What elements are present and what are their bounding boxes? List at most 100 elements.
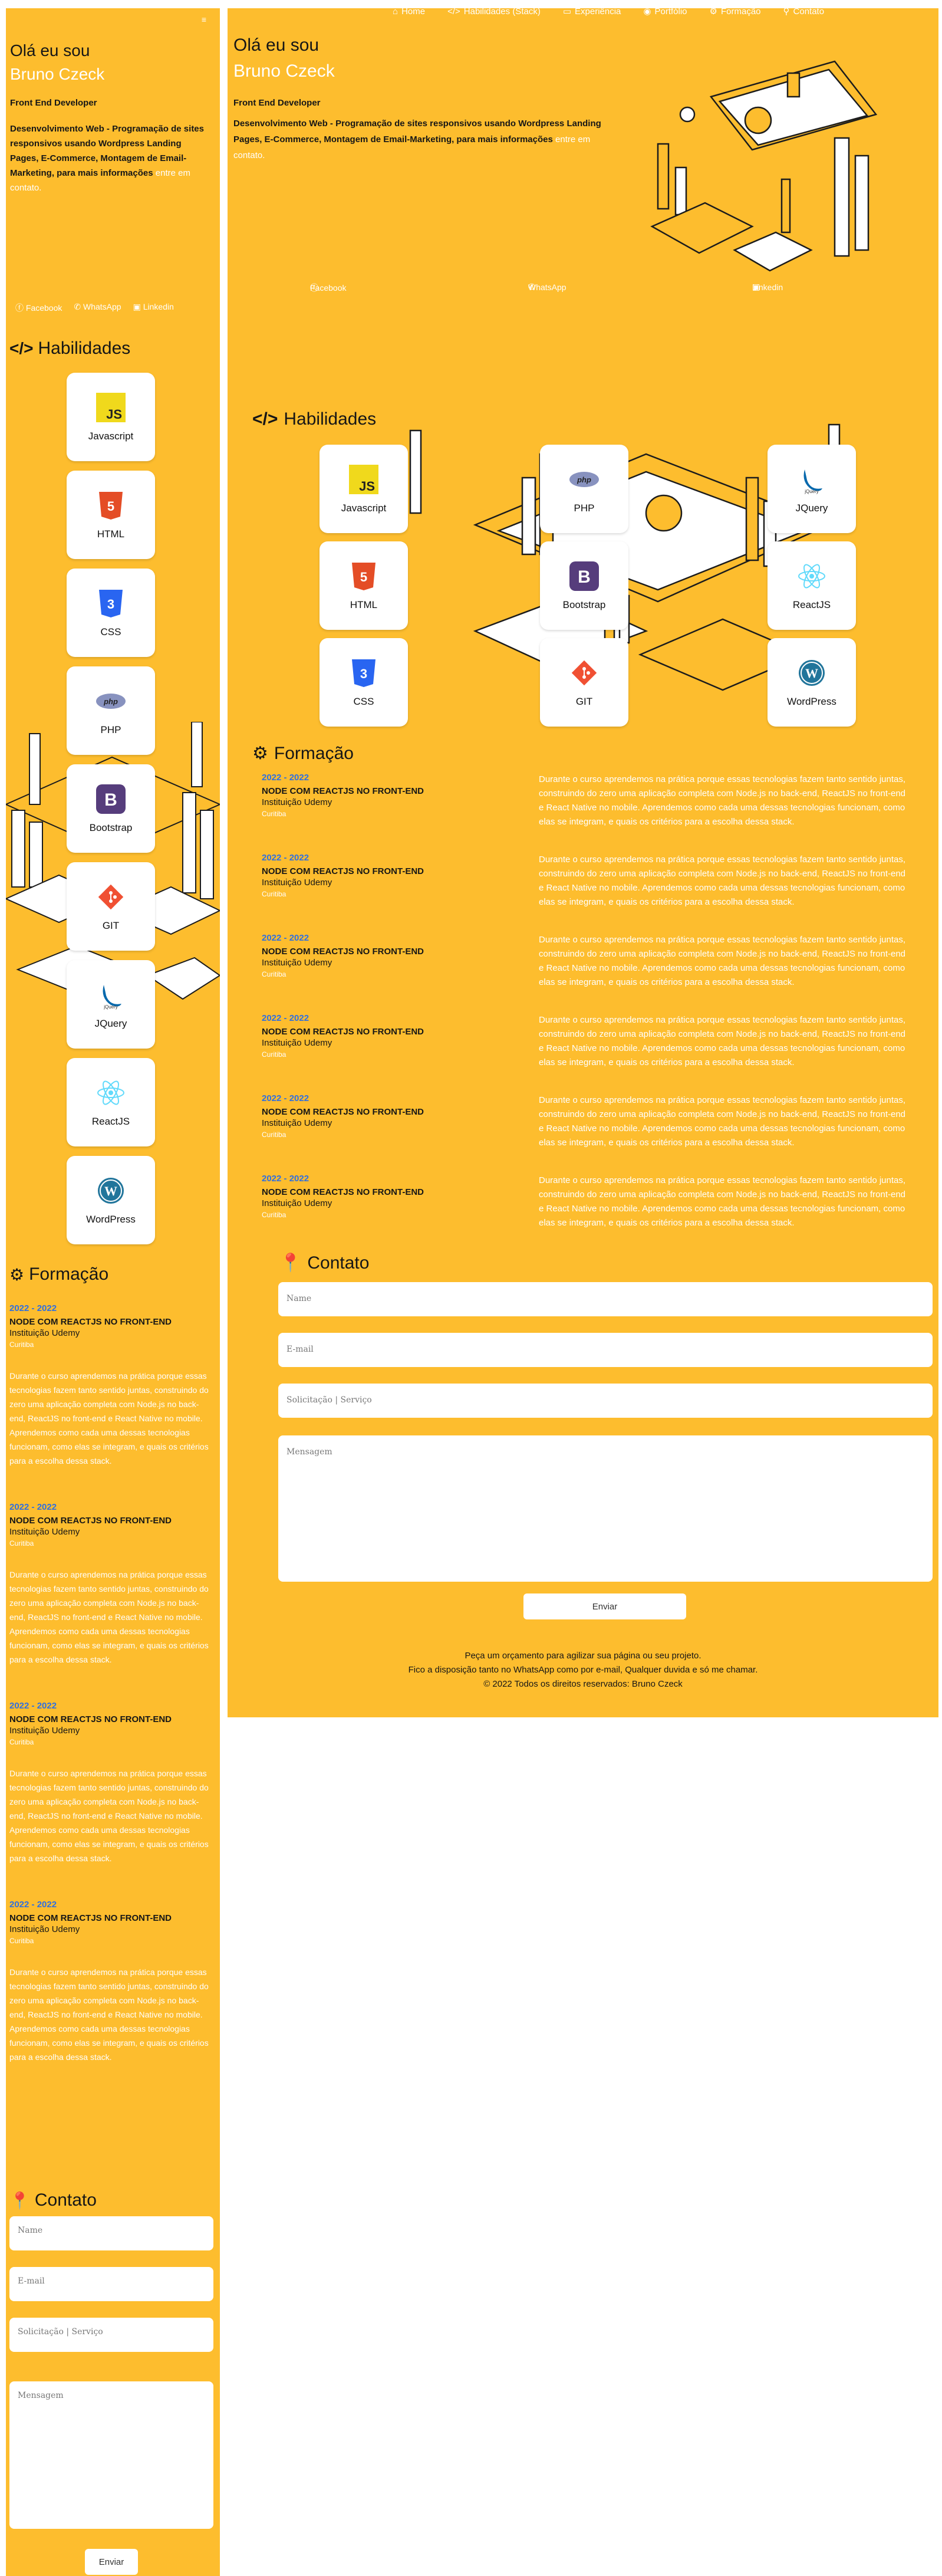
education-description: Durante o curso aprendemos na prática po…	[539, 1095, 906, 1148]
education-description: Durante o curso aprendemos na prática po…	[539, 855, 906, 907]
nav-education[interactable]: ⚙ Formação	[710, 8, 761, 17]
education-description: Durante o curso aprendemos na prática po…	[539, 1175, 906, 1228]
js-icon: JS	[95, 392, 127, 423]
hero-description: Desenvolvimento Web - Programação de sit…	[10, 121, 205, 195]
education-item: 2022 - 2022 NODE COM REACTJS NO FRONT-EN…	[9, 1502, 209, 1664]
skill-card-git: GIT	[67, 862, 155, 951]
skills-heading: </> Habilidades	[9, 339, 131, 358]
skill-card-react: ReactJS	[67, 1058, 155, 1146]
hero-name: Bruno Czeck	[10, 65, 105, 83]
education-item: 2022 - 2022 NODE COM REACTJS NO FRONT-EN…	[9, 1303, 209, 1466]
subject-input[interactable]: Solicitação | Serviço	[278, 1384, 933, 1418]
facebook-link[interactable]: ⓕ Facebook	[310, 282, 346, 294]
nav-skills[interactable]: </> Habilidades (Stack)	[447, 8, 541, 17]
submit-button[interactable]: Enviar	[523, 1593, 686, 1619]
hero-hello: Olá eu sou	[233, 35, 320, 55]
jquery-icon: jQuery	[95, 979, 127, 1011]
card-icon: ▭	[562, 8, 572, 17]
nav-experience[interactable]: ▭ Experiência	[563, 8, 621, 17]
whatsapp-link[interactable]: ✆ WhatsApp	[528, 282, 566, 292]
skill-card-wordpress: W WordPress	[67, 1156, 155, 1244]
user-icon: ◉	[643, 8, 651, 17]
skill-card-php: php PHP	[540, 445, 628, 533]
message-textarea[interactable]: Mensagem	[9, 2381, 213, 2529]
education-description: Durante o curso aprendemos na prática po…	[539, 935, 906, 987]
jquery-icon: jQuery	[796, 464, 828, 495]
code-icon: </>	[9, 339, 34, 357]
education-description: Durante o curso aprendemos na prática po…	[539, 1015, 906, 1067]
skill-card-git: GIT	[540, 638, 628, 727]
footer-copyright: © 2022 Todos os direitos reservados: Bru…	[483, 1679, 683, 1689]
contact-heading: 📍 Contato	[9, 2190, 97, 2210]
hero-role: Front End Developer	[233, 98, 321, 108]
nav-home[interactable]: ⌂ Home	[393, 8, 425, 17]
subject-input[interactable]: Solicitação | Serviço	[9, 2318, 213, 2352]
nav-portfolio[interactable]: ◉ Portfólio	[643, 8, 687, 17]
svg-text:JS: JS	[106, 407, 122, 422]
map-pin-icon: 📍	[9, 2191, 30, 2210]
skill-card-css: 3 CSS	[320, 638, 408, 727]
mobile-view: ≡ Olá eu sou Bruno Czeck Front End Devel…	[6, 8, 220, 2576]
name-input[interactable]: Name	[278, 1282, 933, 1316]
gear-icon: ⚙	[709, 8, 717, 17]
linkedin-link[interactable]: ▣ Linkedin	[133, 302, 174, 314]
gear-icon: ⚙	[9, 1265, 25, 1284]
git-icon	[95, 881, 127, 913]
top-nav: ⌂ Home </> Habilidades (Stack) ▭ Experiênci…	[393, 8, 824, 17]
bootstrap-icon: B	[568, 560, 600, 592]
skill-card-bootstrap: B Bootstrap	[540, 541, 628, 630]
hero-description: Desenvolvimento Web - Programação de sit…	[233, 116, 611, 163]
html5-icon: 5	[95, 489, 127, 521]
education-list-mobile: 2022 - 2022 NODE COM REACTJS NO FRONT-EN…	[9, 1303, 210, 2098]
submit-button[interactable]: Enviar	[85, 2549, 138, 2575]
svg-text:B: B	[578, 567, 591, 587]
react-icon	[95, 1077, 127, 1109]
skill-card-javascript: JS Javascript	[67, 373, 155, 461]
contact-heading: 📍 Contato	[279, 1253, 370, 1273]
css3-icon: 3	[95, 587, 127, 619]
skill-card-html: 5 HTML	[320, 541, 408, 630]
svg-text:php: php	[103, 697, 118, 706]
map-pin-icon: ⚲	[783, 8, 790, 17]
skill-card-jquery: jQuery JQuery	[768, 445, 856, 533]
svg-text:B: B	[104, 790, 117, 810]
svg-text:W: W	[805, 666, 818, 681]
html5-icon: 5	[348, 560, 380, 592]
hero-illustration	[650, 60, 878, 272]
svg-text:php: php	[577, 475, 591, 484]
php-icon: php	[95, 685, 127, 717]
skills-heading: </> Habilidades	[252, 409, 377, 429]
whatsapp-link[interactable]: ✆ WhatsApp	[74, 302, 121, 314]
email-input[interactable]: E-mail	[278, 1333, 933, 1367]
code-icon: </>	[252, 409, 278, 429]
skill-card-javascript: JS Javascript	[320, 445, 408, 533]
svg-text:JS: JS	[359, 479, 375, 494]
skill-card-bootstrap: B Bootstrap	[67, 764, 155, 853]
name-input[interactable]: Name	[9, 2216, 213, 2250]
hero-hello: Olá eu sou	[10, 41, 90, 60]
wordpress-icon: W	[796, 657, 828, 689]
skill-card-css: 3 CSS	[67, 569, 155, 657]
svg-text:jQuery: jQuery	[103, 1004, 118, 1010]
education-heading: ⚙ Formação	[252, 743, 354, 764]
email-input[interactable]: E-mail	[9, 2267, 213, 2301]
php-icon: php	[568, 464, 600, 495]
education-item: 2022 - 2022 NODE COM REACTJS NO FRONT-EN…	[9, 1900, 209, 2062]
footer-line-1: Peça um orçamento para agilizar sua pági…	[465, 1651, 701, 1661]
skills-list: JS Javascript 5 HTML 3 CSS php PHP B Boo…	[67, 373, 155, 1254]
hero-name: Bruno Czeck	[233, 61, 335, 81]
education-description: Durante o curso aprendemos na prática po…	[539, 774, 906, 827]
git-icon	[568, 657, 600, 689]
js-icon: JS	[348, 464, 380, 495]
facebook-link[interactable]: ⓕ Facebook	[15, 302, 62, 314]
svg-text:W: W	[104, 1184, 117, 1198]
svg-text:5: 5	[360, 570, 367, 584]
code-icon: </>	[447, 8, 460, 17]
message-textarea[interactable]: Mensagem	[278, 1435, 933, 1582]
svg-text:5: 5	[107, 499, 114, 514]
linkedin-link[interactable]: ▣ Linkedin	[752, 282, 783, 292]
svg-text:jQuery: jQuery	[804, 489, 819, 494]
nav-contact[interactable]: ⚲ Contato	[783, 8, 825, 17]
menu-toggle-icon[interactable]: ≡	[197, 14, 210, 25]
bootstrap-icon: B	[95, 783, 127, 815]
